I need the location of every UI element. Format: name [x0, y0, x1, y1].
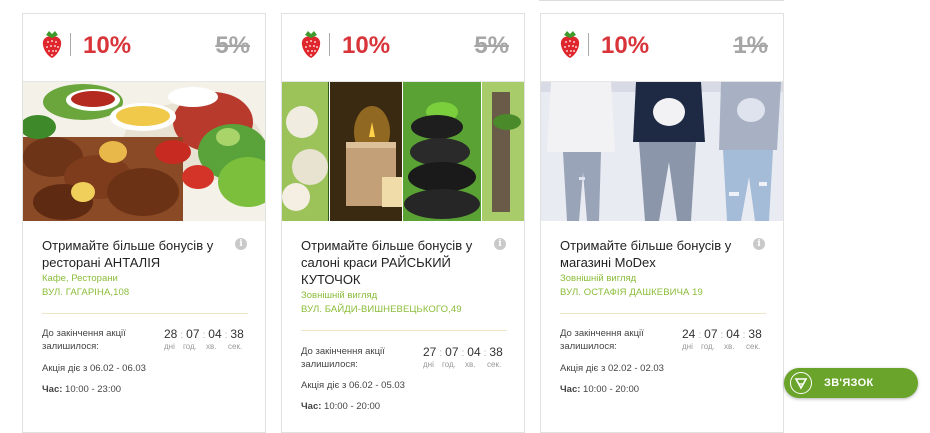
- timer-hours: 07: [704, 327, 718, 341]
- offer-card[interactable]: 10% 5% Отримайте більше бонусів у рестор…: [22, 13, 266, 433]
- timer-days: 28: [164, 327, 178, 341]
- timer-days: 24: [682, 327, 696, 341]
- strawberry-icon: [42, 31, 62, 58]
- timer-seconds: 38: [748, 327, 762, 341]
- countdown-label: До закінчення акції залишилося:: [301, 346, 385, 370]
- hours-label: Час:: [42, 384, 63, 395]
- header-divider: [70, 33, 71, 56]
- unit-seconds: сек.: [746, 342, 761, 351]
- offer-period: Акція діє з 06.02 - 06.03: [42, 363, 146, 374]
- unit-hours: год.: [183, 342, 197, 351]
- strawberry-icon: [560, 31, 580, 58]
- countdown-label: До закінчення акції залишилося:: [42, 328, 126, 352]
- divider: [42, 313, 248, 314]
- spa-stones-photo: [282, 82, 524, 221]
- hours-value: 10:00 - 20:00: [324, 401, 381, 412]
- offer-address: ВУЛ. ОСТАФІЯ ДАШКЕВИЧА 19: [560, 287, 703, 298]
- fashion-models-photo: [541, 82, 783, 221]
- timer-seconds: 38: [230, 327, 244, 341]
- info-icon[interactable]: i: [235, 238, 247, 250]
- unit-seconds: сек.: [487, 360, 502, 369]
- unit-days: дні: [164, 342, 175, 351]
- offer-image[interactable]: [23, 82, 265, 221]
- unit-hours: год.: [701, 342, 715, 351]
- offer-card[interactable]: 10% 1% Отримайте більше бонусів у магази…: [540, 13, 784, 433]
- unit-seconds: сек.: [228, 342, 243, 351]
- card-header: 10% 5%: [23, 14, 265, 82]
- card-header: 10% 5%: [282, 14, 524, 82]
- timer-seconds: 38: [489, 345, 503, 359]
- timer-minutes: 04: [726, 327, 740, 341]
- old-discount-value: 5%: [474, 32, 509, 59]
- offer-title[interactable]: Отримайте більше бонусів у магазині MoDe…: [560, 237, 740, 271]
- offer-period: Акція діє з 02.02 - 02.03: [560, 363, 664, 374]
- countdown-timer: 28:07:04:38 дні год. хв. сек.: [164, 327, 244, 351]
- countdown-timer: 27:07:04:38 дні год. хв. сек.: [423, 345, 503, 369]
- timer-minutes: 04: [467, 345, 481, 359]
- contact-button[interactable]: ЗВ'ЯЗОК: [784, 368, 918, 398]
- discount-value: 10%: [342, 32, 391, 59]
- hours-value: 10:00 - 20:00: [583, 384, 640, 395]
- offer-image[interactable]: [541, 82, 783, 221]
- unit-hours: год.: [442, 360, 456, 369]
- unit-days: дні: [423, 360, 434, 369]
- discount-value: 10%: [83, 32, 132, 59]
- offer-hours: Час: 10:00 - 20:00: [560, 384, 639, 395]
- divider: [301, 330, 507, 331]
- hours-label: Час:: [301, 401, 322, 412]
- strawberry-icon: [301, 31, 321, 58]
- offer-hours: Час: 10:00 - 20:00: [301, 401, 380, 412]
- countdown-label: До закінчення акції залишилося:: [560, 328, 644, 352]
- top-divider: [539, 0, 784, 1]
- offer-hours: Час: 10:00 - 23:00: [42, 384, 121, 395]
- header-divider: [329, 33, 330, 56]
- header-divider: [588, 33, 589, 56]
- countdown-timer: 24:07:04:38 дні год. хв. сек.: [682, 327, 762, 351]
- hours-label: Час:: [560, 384, 581, 395]
- timer-hours: 07: [445, 345, 459, 359]
- discount-value: 10%: [601, 32, 650, 59]
- offer-address: ВУЛ. ГАГАРІНА,108: [42, 287, 130, 298]
- offer-category: Зовнішній вигляд: [301, 290, 378, 301]
- unit-days: дні: [682, 342, 693, 351]
- contact-label: ЗВ'ЯЗОК: [824, 377, 874, 389]
- offer-address: ВУЛ. БАЙДИ-ВИШНЕВЕЦЬКОГО,49: [301, 304, 462, 315]
- offer-title[interactable]: Отримайте більше бонусів у салоні краси …: [301, 237, 481, 288]
- info-icon[interactable]: i: [494, 238, 506, 250]
- timer-minutes: 04: [208, 327, 222, 341]
- offer-title[interactable]: Отримайте більше бонусів у ресторані АНТ…: [42, 237, 222, 271]
- old-discount-value: 1%: [733, 32, 768, 59]
- timer-days: 27: [423, 345, 437, 359]
- info-icon[interactable]: i: [753, 238, 765, 250]
- unit-minutes: хв.: [724, 342, 735, 351]
- offer-image[interactable]: [282, 82, 524, 221]
- unit-minutes: хв.: [206, 342, 217, 351]
- divider: [560, 313, 766, 314]
- offer-category: Зовнішній вигляд: [560, 273, 637, 284]
- offer-period: Акція діє з 06.02 - 05.03: [301, 380, 405, 391]
- timer-hours: 07: [186, 327, 200, 341]
- offer-card[interactable]: 10% 5% Отримайте більше бонусів у салоні…: [281, 13, 525, 433]
- unit-minutes: хв.: [465, 360, 476, 369]
- old-discount-value: 5%: [215, 32, 250, 59]
- offer-category: Кафе, Ресторани: [42, 273, 118, 284]
- hours-value: 10:00 - 23:00: [65, 384, 122, 395]
- kebab-food-photo: [23, 82, 265, 221]
- contact-logo-icon: [790, 372, 812, 394]
- card-header: 10% 1%: [541, 14, 783, 82]
